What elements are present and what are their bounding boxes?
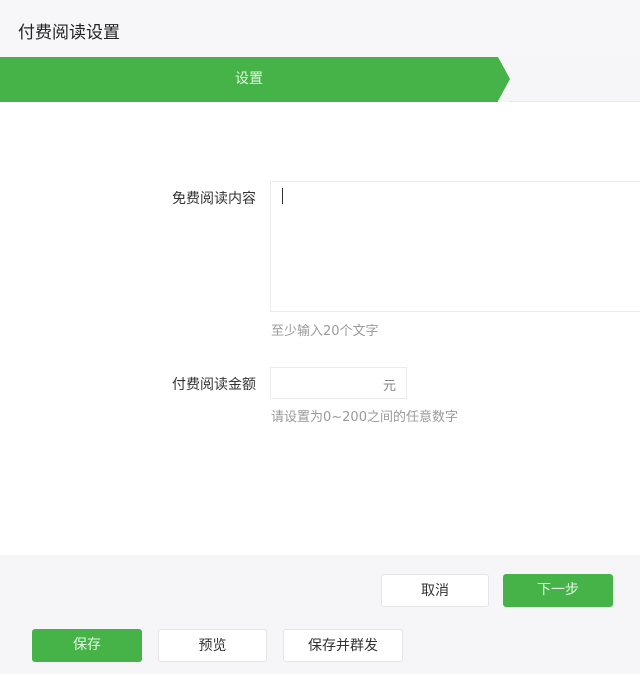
preview-button[interactable]: 预览 bbox=[158, 629, 267, 662]
free-content-label: 免费阅读内容 bbox=[172, 191, 256, 207]
step-settings: 设置 bbox=[0, 57, 498, 102]
amount-input[interactable]: 元 bbox=[270, 367, 407, 399]
next-step-button[interactable]: 下一步 bbox=[503, 574, 613, 607]
cancel-button[interactable]: 取消 bbox=[381, 574, 489, 607]
amount-unit: 元 bbox=[382, 379, 396, 394]
step-divider bbox=[510, 101, 640, 102]
step-arrow-tip bbox=[498, 57, 510, 101]
free-content-textarea[interactable] bbox=[270, 181, 640, 312]
dialog-title: 付费阅读设置 bbox=[18, 23, 120, 43]
free-content-hint: 至少输入20个文字 bbox=[271, 324, 379, 339]
amount-hint: 请设置为0~200之间的任意数字 bbox=[271, 410, 458, 425]
text-caret bbox=[282, 188, 283, 204]
save-button[interactable]: 保存 bbox=[32, 629, 142, 662]
amount-label: 付费阅读金额 bbox=[172, 377, 256, 393]
save-and-send-button[interactable]: 保存并群发 bbox=[283, 629, 403, 662]
